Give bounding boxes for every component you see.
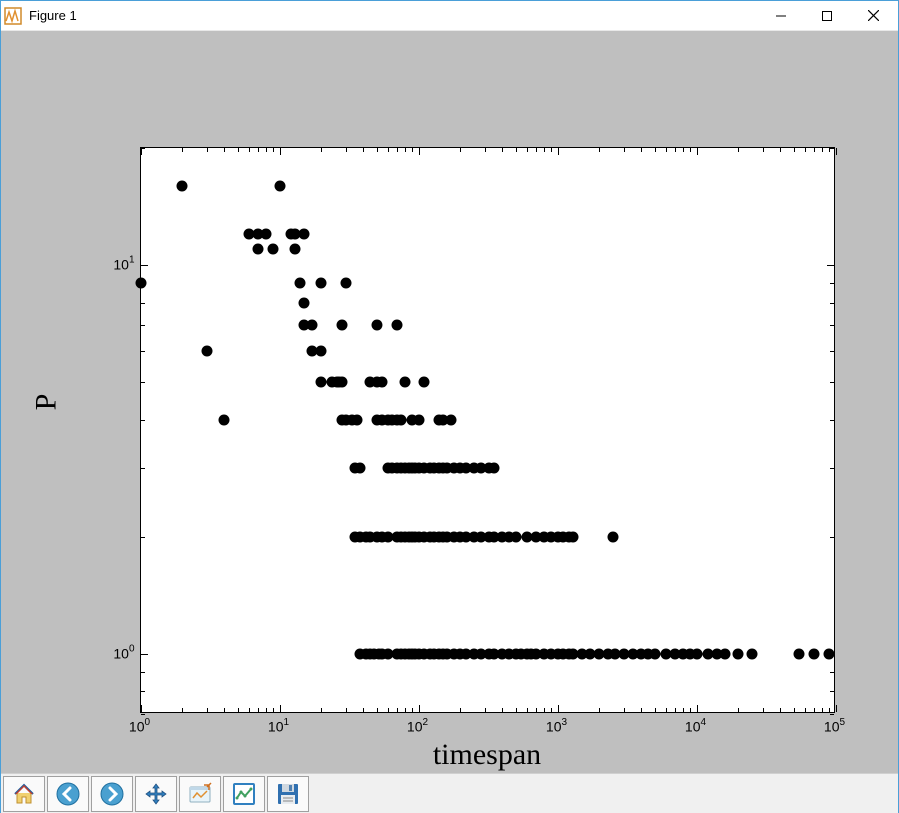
data-point xyxy=(355,463,366,474)
data-point xyxy=(298,297,309,308)
plot-area[interactable] xyxy=(140,147,835,713)
data-point xyxy=(719,648,730,659)
x-tick-label: 104 xyxy=(685,718,706,735)
data-point xyxy=(649,648,660,659)
toolbar xyxy=(1,773,898,813)
data-point xyxy=(733,648,744,659)
data-point xyxy=(336,377,347,388)
data-point xyxy=(746,648,757,659)
minimize-button[interactable] xyxy=(758,1,804,31)
x-tick-label: 100 xyxy=(129,718,150,735)
x-tick-label: 102 xyxy=(407,718,428,735)
data-point xyxy=(340,277,351,288)
forward-button[interactable] xyxy=(91,776,133,812)
data-point xyxy=(316,277,327,288)
data-point xyxy=(351,414,362,425)
data-point xyxy=(219,414,230,425)
figure-canvas[interactable]: P timespan 100 101 102 103 104 105 100 101 xyxy=(1,31,898,773)
data-point xyxy=(396,414,407,425)
data-point xyxy=(607,531,618,542)
x-tick-label: 105 xyxy=(824,718,845,735)
data-point xyxy=(445,414,456,425)
data-point xyxy=(268,243,279,254)
x-tick-label: 103 xyxy=(546,718,567,735)
zoom-button[interactable] xyxy=(179,776,221,812)
subplots-button[interactable] xyxy=(223,776,265,812)
close-button[interactable] xyxy=(850,1,896,31)
y-axis-label: P xyxy=(29,394,63,411)
y-tick-label: 100 xyxy=(102,644,135,661)
window-title: Figure 1 xyxy=(29,8,77,23)
data-point xyxy=(808,648,819,659)
data-point xyxy=(294,277,305,288)
data-point xyxy=(691,648,702,659)
data-point xyxy=(274,180,285,191)
app-icon xyxy=(3,6,23,26)
pan-button[interactable] xyxy=(135,776,177,812)
x-axis-label: timespan xyxy=(140,738,835,772)
titlebar: Figure 1 xyxy=(1,1,898,31)
data-point xyxy=(824,648,835,659)
data-point xyxy=(794,648,805,659)
data-point xyxy=(316,346,327,357)
y-tick-label: 101 xyxy=(102,256,135,273)
data-point xyxy=(201,346,212,357)
data-point xyxy=(400,377,411,388)
data-point xyxy=(135,277,146,288)
back-button[interactable] xyxy=(47,776,89,812)
data-point xyxy=(336,320,347,331)
data-point xyxy=(391,320,402,331)
data-point xyxy=(252,243,263,254)
data-point xyxy=(568,531,579,542)
data-point xyxy=(290,243,301,254)
home-button[interactable] xyxy=(3,776,45,812)
data-point xyxy=(177,180,188,191)
save-button[interactable] xyxy=(267,776,309,812)
maximize-button[interactable] xyxy=(804,1,850,31)
data-point xyxy=(413,414,424,425)
data-point xyxy=(371,320,382,331)
data-point xyxy=(261,229,272,240)
x-tick-label: 101 xyxy=(268,718,289,735)
data-point xyxy=(316,377,327,388)
data-point xyxy=(510,531,521,542)
data-point xyxy=(419,377,430,388)
data-point xyxy=(298,229,309,240)
data-point xyxy=(489,463,500,474)
data-point xyxy=(306,320,317,331)
data-point xyxy=(377,377,388,388)
